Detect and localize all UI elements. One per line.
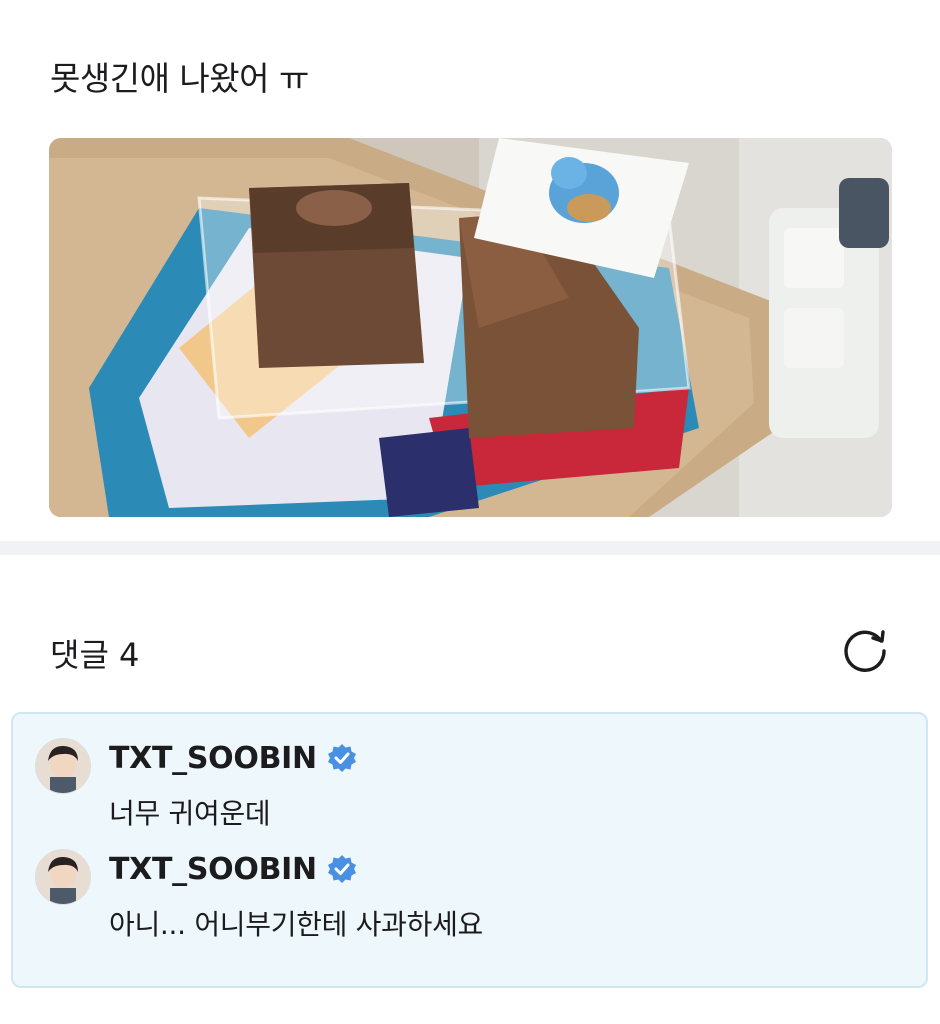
avatar[interactable] [35,849,91,905]
comments-header: 댓글 4 [50,620,890,680]
author-name[interactable]: TXT_SOOBIN [109,852,317,887]
avatar[interactable] [35,738,91,794]
author-row: TXT_SOOBIN [109,738,357,778]
post-text: 못생긴애 나왔어 ㅠ [50,59,309,98]
cake-photo-image [49,138,892,517]
post-photo[interactable] [49,138,892,517]
section-divider [0,541,940,555]
comment-thread: TXT_SOOBIN 너무 귀여운데 TXT_SOOBIN 아니... 어니부기… [11,712,928,988]
comment-text: 너무 귀여운데 [109,797,271,830]
author-row: TXT_SOOBIN [109,849,357,889]
verified-badge-icon [327,854,357,884]
comments-title: 댓글 4 [50,636,140,674]
comment-text: 아니... 어니부기한테 사과하세요 [109,908,483,941]
refresh-icon[interactable] [840,624,890,674]
verified-badge-icon [327,743,357,773]
author-name[interactable]: TXT_SOOBIN [109,741,317,776]
